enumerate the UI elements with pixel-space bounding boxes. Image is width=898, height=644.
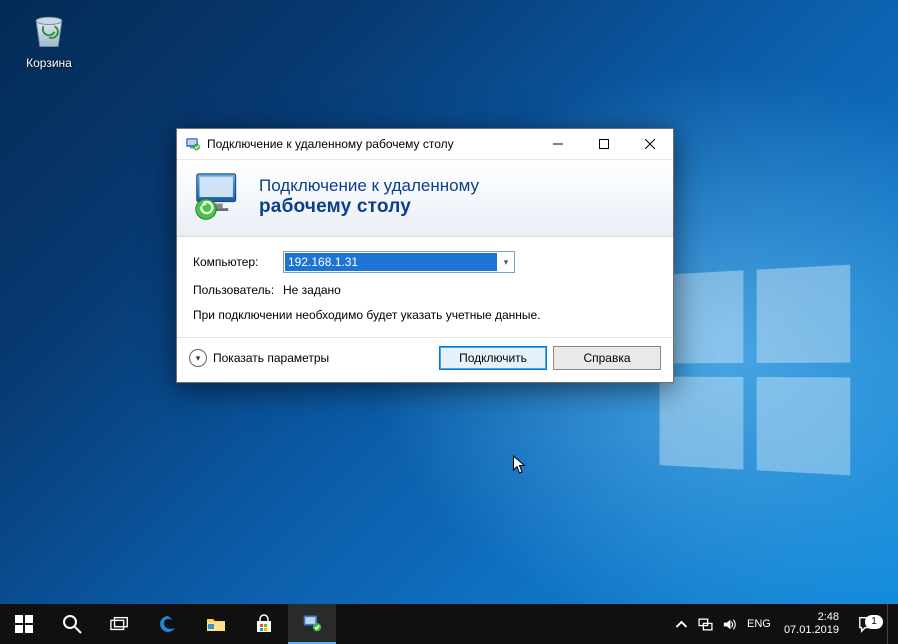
clock-date: 07.01.2019 [784,624,839,637]
network-icon [698,617,713,632]
chevron-down-icon: ▾ [189,349,207,367]
task-view-icon [110,614,130,634]
chevron-up-icon [674,617,689,632]
taskbar-rdp-running[interactable] [288,604,336,644]
tray-clock[interactable]: 2:48 07.01.2019 [776,611,847,636]
titlebar[interactable]: Подключение к удаленному рабочему столу [177,129,673,160]
show-desktop-button[interactable] [887,604,894,644]
notification-badge: 1 [865,615,883,629]
rdp-window: Подключение к удаленному рабочему столу [176,128,674,383]
action-center-button[interactable]: 1 [847,615,887,633]
clock-time: 2:48 [784,611,839,624]
connect-button[interactable]: Подключить [439,346,547,370]
help-button[interactable]: Справка [553,346,661,370]
chevron-down-icon[interactable]: ▾ [498,257,514,268]
windows-logo-wallpaper [660,265,851,476]
search-icon [62,614,82,634]
desktop: Корзина Подключение к удаленному рабочем… [0,0,898,644]
taskbar-edge[interactable] [144,604,192,644]
minimize-button[interactable] [535,129,581,159]
computer-label: Компьютер: [193,255,283,269]
credentials-hint: При подключении необходимо будет указать… [193,307,657,323]
header-line1: Подключение к удаленному [259,176,479,196]
show-options-label: Показать параметры [213,351,329,365]
show-options-expander[interactable]: ▾ Показать параметры [189,349,329,367]
window-title: Подключение к удаленному рабочему столу [207,137,454,151]
tray-volume[interactable] [718,617,742,632]
store-icon [254,614,274,634]
mouse-cursor-icon [512,455,527,478]
close-button[interactable] [627,129,673,159]
rdp-header-icon [193,172,245,222]
recycle-bin-desktop-icon[interactable]: Корзина [12,8,86,70]
user-value: Не задано [283,283,341,297]
folder-icon [206,614,226,634]
taskbar-explorer[interactable] [192,604,240,644]
search-button[interactable] [48,604,96,644]
computer-combobox[interactable]: 192.168.1.31 ▾ [283,251,515,273]
header-line2: рабочему столу [259,196,479,218]
user-label: Пользователь: [193,283,283,297]
recycle-bin-icon [27,8,71,52]
tray-chevron-up[interactable] [670,617,694,632]
computer-value: 192.168.1.31 [285,253,497,271]
system-tray: ENG 2:48 07.01.2019 1 [670,604,898,644]
rdp-app-icon [185,136,201,152]
start-button[interactable] [0,604,48,644]
maximize-button[interactable] [581,129,627,159]
edge-icon [158,614,178,634]
taskbar: ENG 2:48 07.01.2019 1 [0,604,898,644]
rdp-app-icon [302,613,322,633]
dialog-header: Подключение к удаленному рабочему столу [177,160,673,237]
task-view-button[interactable] [96,604,144,644]
taskbar-store[interactable] [240,604,288,644]
recycle-bin-label: Корзина [12,56,86,70]
tray-language[interactable]: ENG [742,618,776,630]
tray-network[interactable] [694,617,718,632]
windows-start-icon [14,614,34,634]
volume-icon [722,617,737,632]
